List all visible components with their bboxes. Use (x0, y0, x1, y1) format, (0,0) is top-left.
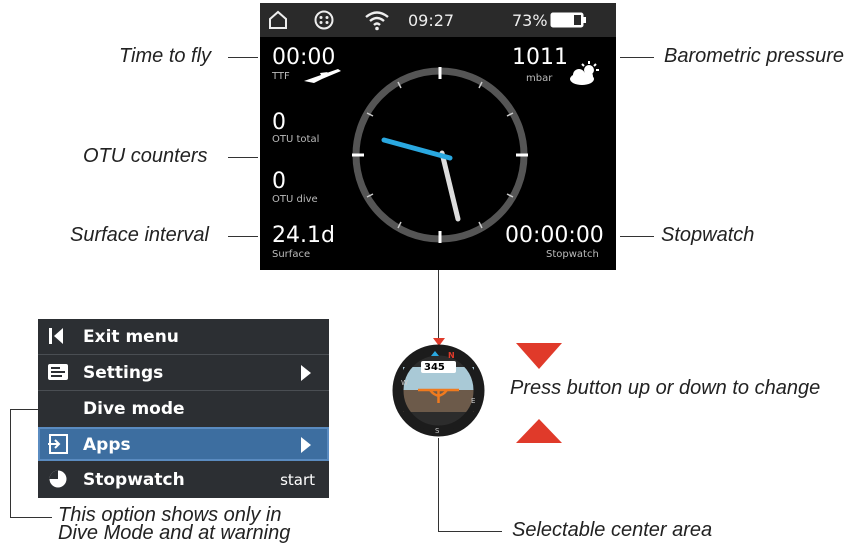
bracket-line (10, 517, 52, 518)
menu-item-label: Settings (83, 363, 164, 383)
leader-line (228, 157, 258, 158)
menu-item-label: Stopwatch (83, 470, 185, 490)
compass-north: N (448, 351, 455, 360)
callout-selectable-center: Selectable center area (512, 519, 713, 541)
device-menu: Exit menu Settings Dive mode Apps Stopwa… (38, 319, 329, 498)
leader-line (438, 531, 502, 532)
svg-text:E: E (471, 397, 475, 405)
leader-line (228, 236, 258, 237)
callout-press-button: Press button up or down to change (510, 377, 821, 399)
up-arrow-icon[interactable] (514, 417, 564, 445)
wifi-icon (365, 11, 389, 31)
leader-line (438, 438, 439, 531)
clock-time: 09:27 (408, 11, 455, 30)
apps-icon (48, 434, 68, 454)
leader-line (228, 57, 258, 58)
airplane-icon (304, 69, 341, 83)
minute-hand (439, 150, 461, 222)
compass-heading: 345 (424, 362, 445, 373)
bracket-line (10, 409, 11, 518)
menu-item-label: Apps (83, 435, 131, 455)
battery-percent: 73% (512, 11, 548, 30)
otu-dive-value: 0 (272, 169, 286, 194)
chevron-right-icon (301, 437, 311, 453)
exit-icon (49, 328, 63, 344)
menu-item-stopwatch[interactable]: Stopwatch start (38, 462, 329, 496)
analog-clock (352, 67, 528, 243)
menu-item-apps[interactable]: Apps (38, 427, 329, 461)
callout-dive-mode-note-line2: Dive Mode and at warning (58, 522, 291, 544)
svg-text:S: S (435, 427, 440, 435)
hour-hand (381, 137, 453, 161)
chevron-right-icon (301, 365, 311, 381)
menu-item-value: start (280, 471, 315, 489)
stopwatch-label: Stopwatch (546, 249, 599, 260)
battery-icon (550, 12, 586, 28)
menu-item-label: Dive mode (83, 399, 185, 419)
gamepad-icon[interactable] (314, 10, 334, 30)
settings-icon (48, 364, 68, 380)
menu-item-dive-mode[interactable]: Dive mode (38, 391, 329, 425)
surface-value: 24.1d (272, 223, 335, 248)
home-icon[interactable] (268, 10, 288, 30)
compass-widget[interactable]: W E S (391, 343, 486, 438)
otu-dive-label: OTU dive (272, 194, 318, 205)
otu-total-label: OTU total (272, 134, 320, 145)
otu-total-value: 0 (272, 110, 286, 135)
callout-barometric-pressure: Barometric pressure (664, 45, 845, 67)
device-screen: 09:27 73% 00:00 TTF 1011 mbar 0 OTU tota… (260, 3, 616, 270)
surface-label: Surface (272, 249, 311, 260)
connector-line (438, 270, 439, 340)
callout-time-to-fly: Time to fly (119, 45, 212, 67)
callout-otu-counters: OTU counters (83, 145, 208, 167)
menu-item-exit[interactable]: Exit menu (38, 319, 329, 353)
callout-stopwatch: Stopwatch (661, 224, 755, 246)
svg-text:W: W (401, 379, 408, 387)
weather-icon (570, 61, 599, 85)
bracket-line (10, 409, 38, 410)
leader-line (620, 236, 654, 237)
callout-surface-interval: Surface interval (70, 224, 209, 246)
leader-line (620, 57, 654, 58)
stopwatch-icon (49, 470, 67, 488)
status-bar: 09:27 73% (260, 3, 616, 37)
menu-item-settings[interactable]: Settings (38, 355, 329, 389)
menu-item-label: Exit menu (83, 327, 179, 347)
ttf-label: TTF (272, 71, 290, 82)
down-arrow-icon[interactable] (514, 341, 564, 371)
